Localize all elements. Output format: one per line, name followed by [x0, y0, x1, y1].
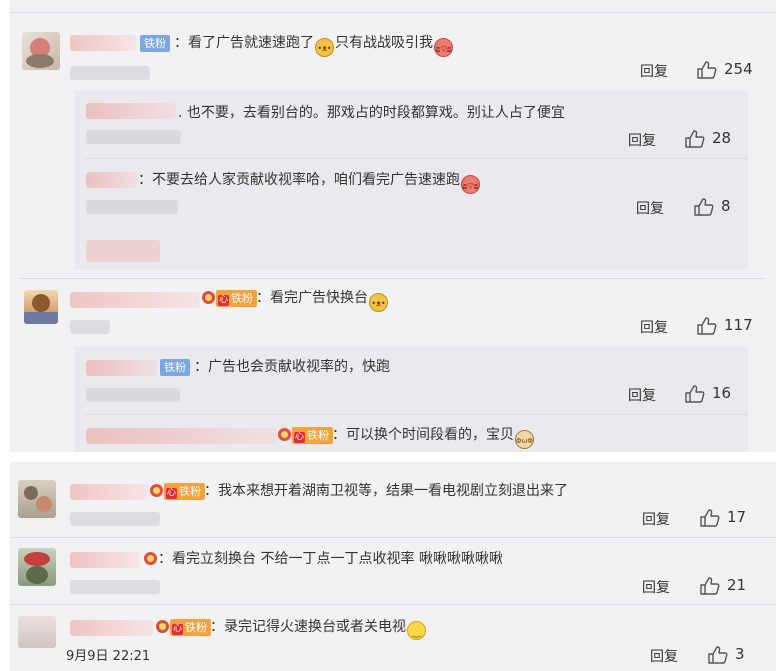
doge-emoji-icon — [369, 293, 388, 312]
comment-text-part: ：录完记得火速换台或者关电视 — [210, 619, 406, 635]
reply-button[interactable]: 回复 — [636, 198, 664, 218]
timestamp-blurred — [86, 388, 180, 402]
timestamp-blurred — [86, 130, 181, 144]
like-count: 17 — [727, 508, 747, 526]
avatar[interactable] — [24, 290, 58, 324]
cat-emoji-icon — [515, 430, 534, 449]
timestamp-blurred — [70, 320, 110, 334]
reply-text-part: ：可以换个时间段看的，宝贝 — [332, 427, 514, 443]
fan-badge[interactable]: 心铁粉 — [292, 427, 333, 444]
reply-username[interactable] — [86, 103, 176, 119]
timestamp-blurred — [70, 580, 160, 594]
timestamp-blurred — [70, 66, 150, 80]
comment-text: ：看了广告就速速跑了 只有战战吸引我 — [174, 33, 454, 57]
reply-text: ：不要去给人家贡献收视率哈，咱们看完广告速速跑 — [138, 170, 481, 194]
laugh-emoji-icon — [434, 38, 453, 57]
reply-divider — [84, 414, 748, 415]
reply-button[interactable]: 回复 — [628, 385, 656, 405]
like-count: 254 — [724, 60, 753, 78]
comment-text: ：看完广告快换台 — [256, 288, 389, 312]
fan-badge[interactable]: 心铁粉 — [170, 619, 211, 636]
reply-username[interactable] — [86, 428, 276, 444]
thumbs-up-icon — [697, 317, 717, 335]
comment-divider — [10, 604, 776, 605]
vip-crown-icon — [144, 552, 157, 565]
fan-mark-icon: 心 — [172, 624, 183, 635]
laugh-emoji-icon — [461, 175, 480, 194]
fan-mark-icon: 心 — [218, 295, 229, 306]
upper-comment-card: 铁粉 ：看了广告就速速跑了 只有战战吸引我 回复 254 . 也不要，去看别台的。… — [10, 0, 776, 452]
reply-button[interactable]: 回复 — [628, 130, 656, 150]
reply-divider — [84, 158, 748, 159]
thumbs-up-icon — [694, 198, 714, 216]
username[interactable] — [70, 552, 140, 568]
vip-crown-icon — [202, 291, 215, 304]
vip-crown-icon — [278, 428, 291, 441]
like-count: 8 — [721, 197, 731, 215]
reply-list: 铁粉 ：广告也会贡献收视率的，快跑 回复 16 心铁粉 ：可以换个时间段看的，宝… — [74, 346, 748, 452]
avatar[interactable] — [18, 616, 56, 648]
avatar[interactable] — [22, 32, 60, 70]
reply-button[interactable]: 回复 — [640, 61, 668, 81]
reply-text: ：可以换个时间段看的，宝贝 — [332, 425, 535, 449]
reply-text-part: ：不要去给人家贡献收视率哈，咱们看完广告速速跑 — [138, 172, 460, 188]
username[interactable] — [70, 292, 200, 308]
fan-badge-label: 铁粉 — [179, 485, 201, 498]
like-count: 117 — [724, 316, 753, 334]
comment-divider — [20, 278, 766, 279]
reply-text: ：广告也会贡献收视率的，快跑 — [194, 359, 390, 375]
reply-button[interactable]: 回复 — [650, 646, 678, 666]
like-count: 16 — [712, 384, 732, 402]
username[interactable] — [70, 484, 148, 500]
fan-badge[interactable]: 铁粉 — [160, 359, 190, 376]
vip-crown-icon — [150, 484, 163, 497]
top-divider — [10, 12, 776, 13]
comment-text: ：我本来想开着湖南卫视等，结果一看电视剧立刻退出来了 — [204, 483, 568, 499]
reply-button[interactable]: 回复 — [640, 317, 668, 337]
thumbs-up-icon — [685, 385, 705, 403]
comment-timestamp: 9月9日 22:21 — [66, 649, 151, 664]
reply-button[interactable]: 回复 — [642, 509, 670, 529]
reply-button[interactable]: 回复 — [642, 577, 670, 597]
thumbs-up-icon — [708, 646, 728, 664]
thumbs-up-icon — [697, 61, 717, 79]
comment-text-part: ：看完广告快换台 — [256, 290, 368, 306]
fan-mark-icon: 心 — [294, 432, 305, 443]
vip-crown-icon — [156, 620, 169, 633]
reply-list: . 也不要，去看别台的。那戏占的时段都算戏。别让人占了便宜 回复 28 ：不要去… — [74, 90, 748, 270]
smile-emoji-icon — [407, 621, 426, 640]
thumbs-up-icon — [700, 577, 720, 595]
like-count: 3 — [735, 645, 745, 663]
timestamp-blurred — [86, 200, 178, 214]
like-count: 28 — [712, 129, 732, 147]
comment-divider — [10, 537, 776, 538]
like-count: 21 — [727, 576, 747, 594]
avatar[interactable] — [18, 480, 56, 518]
comment-text-part: ：看了广告就速速跑了 — [174, 35, 314, 51]
lower-comment-card: 心铁粉 ：我本来想开着湖南卫视等，结果一看电视剧立刻退出来了 回复 17 ：看完… — [10, 462, 776, 671]
thumbs-up-icon — [685, 130, 705, 148]
thumbs-up-icon — [700, 509, 720, 527]
comment-text: ：录完记得火速换台或者关电视 — [210, 617, 427, 640]
comment-text-part: 只有战战吸引我 — [335, 35, 433, 51]
comment-text: ：看完立刻换台 不给一丁点一丁点收视率 啾啾啾啾啾啾 — [158, 551, 503, 567]
fan-badge-label: 铁粉 — [185, 621, 207, 634]
fan-badge-label: 铁粉 — [231, 292, 253, 305]
username[interactable] — [70, 35, 136, 51]
fan-badge[interactable]: 铁粉 — [140, 35, 170, 52]
reply-username[interactable] — [86, 172, 138, 188]
reply-username[interactable] — [86, 360, 158, 376]
fan-badge-label: 铁粉 — [307, 429, 329, 442]
fan-badge[interactable]: 心铁粉 — [164, 483, 205, 500]
reply-text: . 也不要，去看别台的。那戏占的时段都算戏。别让人占了便宜 — [178, 105, 565, 121]
fan-mark-icon: 心 — [166, 488, 177, 499]
avatar[interactable] — [18, 548, 56, 586]
doge-emoji-icon — [315, 38, 334, 57]
more-replies-blurred[interactable] — [86, 240, 160, 262]
fan-badge[interactable]: 心铁粉 — [216, 290, 257, 307]
timestamp-blurred — [70, 512, 160, 526]
username[interactable] — [70, 620, 154, 636]
